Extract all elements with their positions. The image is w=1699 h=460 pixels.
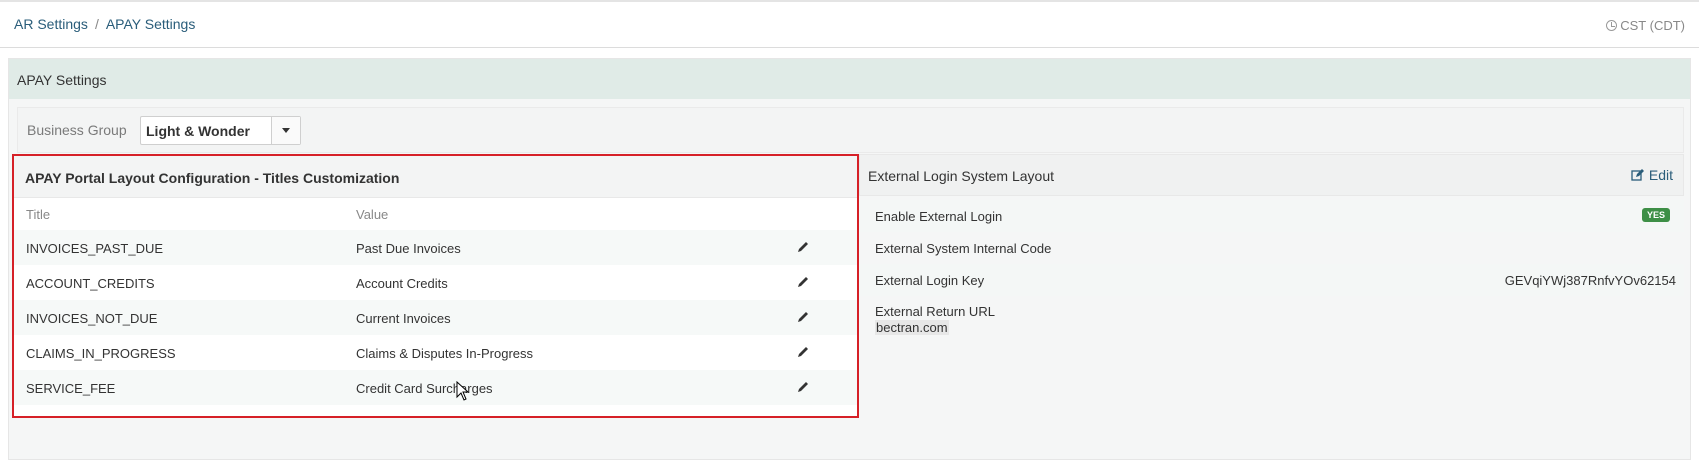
login-key-label: External Login Key [875, 273, 985, 288]
edit-icon [1631, 169, 1644, 181]
mouse-cursor-icon [456, 381, 470, 401]
status-badge: YES [1641, 208, 1670, 222]
pencil-icon[interactable] [796, 380, 810, 394]
row-title: INVOICES_NOT_DUE [26, 311, 158, 326]
return-url-value: bectran.com [875, 320, 949, 335]
row-title: CLAIMS_IN_PROGRESS [26, 346, 176, 361]
clock-icon [1606, 20, 1618, 31]
table-header: Title Value [14, 198, 857, 230]
row-value: Claims & Disputes In-Progress [356, 346, 533, 361]
return-url-label: External Return URL [875, 304, 995, 319]
row-title: INVOICES_PAST_DUE [26, 241, 164, 256]
pencil-icon[interactable] [796, 240, 810, 254]
pencil-icon[interactable] [796, 345, 810, 359]
login-key-value: GEVqiYWj387RnfvYOv62154 [1504, 273, 1676, 288]
edit-button[interactable]: Edit [1631, 167, 1673, 183]
timezone-indicator: CST (CDT) [1606, 18, 1685, 33]
enable-external-login-label: Enable External Login [875, 209, 1003, 224]
business-group-label: Business Group [27, 122, 127, 138]
titles-customization-card: APAY Portal Layout Configuration - Title… [12, 154, 859, 418]
row-value: Current Invoices [356, 311, 451, 326]
table-row: INVOICES_PAST_DUE Past Due Invoices [14, 230, 857, 265]
table-row: INVOICES_NOT_DUE Current Invoices [14, 300, 857, 335]
table-row: CLAIMS_IN_PROGRESS Claims & Disputes In-… [14, 335, 857, 370]
row-title: ACCOUNT_CREDITS [26, 276, 155, 291]
titles-card-title: APAY Portal Layout Configuration - Title… [14, 156, 857, 198]
row-title: SERVICE_FEE [26, 381, 116, 396]
login-key-row: External Login Key GEVqiYWj387RnfvYOv621… [859, 264, 1684, 296]
row-value: Past Due Invoices [356, 241, 461, 256]
breadcrumb: AR Settings / APAY Settings [14, 16, 195, 32]
pencil-icon[interactable] [796, 275, 810, 289]
external-login-header: External Login System Layout Edit [859, 154, 1684, 196]
table-row: SERVICE_FEE Credit Card Surcharges [14, 370, 857, 405]
row-value: Account Credits [356, 276, 448, 291]
internal-code-label: External System Internal Code [875, 241, 1052, 256]
edit-label: Edit [1648, 167, 1673, 183]
business-group-selected: Light & Wonder [146, 123, 250, 139]
col-value-header: Value [356, 207, 389, 222]
business-group-select[interactable]: Light & Wonder [140, 116, 301, 145]
external-login-title: External Login System Layout [868, 168, 1054, 184]
table-row: ACCOUNT_CREDITS Account Credits [14, 265, 857, 300]
top-bar: AR Settings / APAY Settings CST (CDT) [0, 0, 1699, 48]
breadcrumb-separator: / [94, 16, 99, 32]
panel-title: APAY Settings [9, 59, 1690, 99]
row-value: Credit Card Surcharges [356, 381, 493, 396]
return-url-row: External Return URL bectran.com [859, 296, 1684, 340]
external-login-card: External Login System Layout Edit Enable… [859, 154, 1684, 454]
enable-external-login-row: Enable External Login YES [859, 200, 1684, 232]
timezone-label: CST (CDT) [1620, 18, 1685, 33]
business-group-row: Business Group Light & Wonder [17, 107, 1684, 153]
pencil-icon[interactable] [796, 310, 810, 324]
col-title-header: Title [26, 207, 51, 222]
apay-settings-panel: APAY Settings Business Group Light & Won… [8, 58, 1691, 460]
breadcrumb-apay-settings[interactable]: APAY Settings [106, 16, 196, 32]
internal-code-row: External System Internal Code [859, 232, 1684, 264]
chevron-down-icon[interactable] [271, 117, 300, 144]
breadcrumb-ar-settings[interactable]: AR Settings [14, 16, 88, 32]
